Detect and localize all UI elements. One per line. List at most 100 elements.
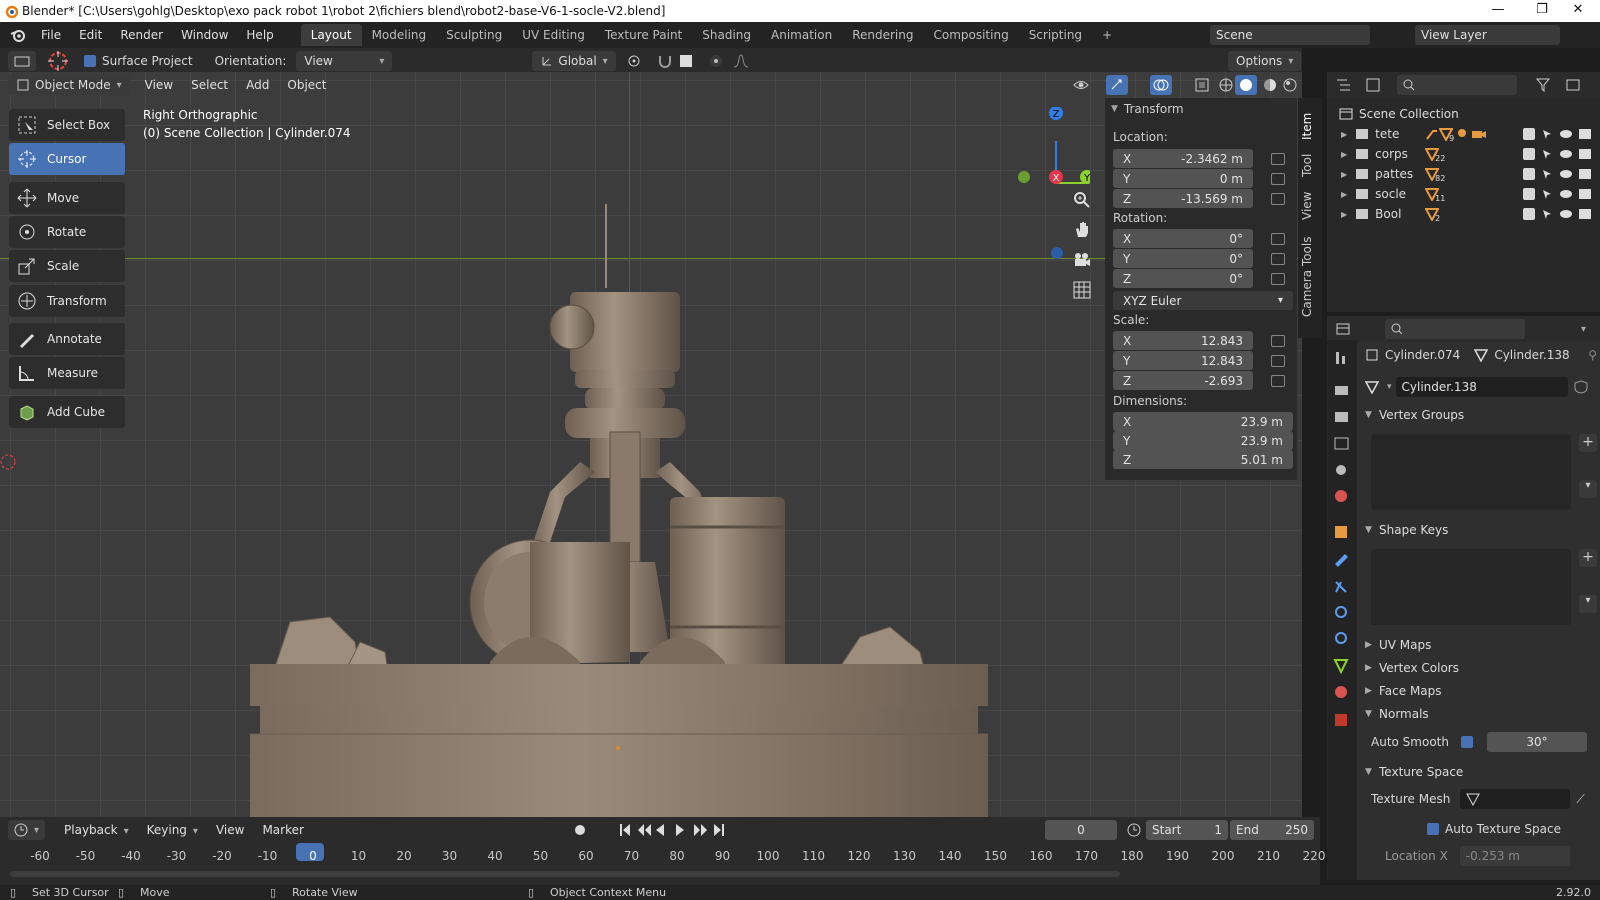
tool-annotate[interactable]: Annotate	[9, 323, 125, 355]
zoom-icon[interactable]	[1072, 190, 1092, 210]
viewport-menu-view[interactable]: View	[136, 78, 182, 92]
editor-type-button[interactable]	[8, 51, 36, 71]
section-texture-space[interactable]: ▼ Texture Space	[1365, 761, 1597, 783]
menu-file[interactable]: File	[32, 28, 70, 42]
transform-orientation-dropdown[interactable]: Global	[532, 51, 616, 71]
rotation-mode-dropdown[interactable]: XYZ Euler ▾	[1113, 291, 1293, 310]
visibility-icon[interactable]	[1072, 77, 1100, 93]
location-y-field[interactable]: Y 0 m	[1113, 169, 1253, 188]
outliner-editor-icon[interactable]	[1335, 77, 1359, 93]
scale-z-field[interactable]: Z -2.693	[1113, 371, 1253, 390]
rotation-z-field[interactable]: Z 0°	[1113, 269, 1253, 288]
mesh-data-icon[interactable]	[1365, 380, 1383, 394]
eyedropper-icon[interactable]: ⟋	[1576, 792, 1584, 807]
tool-select-box[interactable]: Select Box	[9, 109, 125, 141]
location-x-field[interactable]: X -2.3462 m	[1113, 149, 1253, 168]
tab-camera-tools[interactable]: Camera Tools	[1300, 232, 1320, 322]
tool-cursor[interactable]: Cursor	[9, 143, 125, 175]
section-normals[interactable]: ▼ Normals	[1365, 703, 1597, 725]
exclude-checkbox[interactable]	[1523, 188, 1535, 200]
chevron-down-icon[interactable]: ▾	[1581, 324, 1586, 335]
timeline-editor-type-button[interactable]	[8, 820, 46, 840]
snap-icon[interactable]	[656, 53, 674, 69]
tool-rotate[interactable]: Rotate	[9, 216, 125, 248]
outliner-search-input[interactable]	[1397, 75, 1517, 95]
expand-arrow-icon[interactable]: ▶	[1341, 190, 1347, 199]
viewport-menu-object[interactable]: Object	[278, 78, 335, 92]
rotation-y-field[interactable]: Y 0°	[1113, 249, 1253, 268]
auto-smooth-checkbox[interactable]	[1460, 736, 1473, 748]
gizmo-negative-z-icon[interactable]	[1050, 246, 1064, 260]
material-shading-icon[interactable]	[1262, 77, 1278, 93]
tab-shading[interactable]: Shading	[692, 24, 761, 46]
tool-scale[interactable]: Scale	[9, 250, 125, 282]
properties-editor-icon[interactable]	[1335, 321, 1359, 337]
minimize-button[interactable]: —	[1476, 0, 1520, 22]
auto-texture-space-checkbox[interactable]	[1427, 823, 1439, 835]
new-collection-icon[interactable]	[1565, 77, 1581, 93]
wireframe-shading-icon[interactable]	[1218, 77, 1234, 93]
lock-icon[interactable]	[1271, 273, 1285, 285]
lock-icon[interactable]	[1271, 153, 1285, 165]
tab-sculpting[interactable]: Sculpting	[436, 24, 512, 46]
vertex-groups-list[interactable]	[1371, 434, 1571, 510]
tab-tool[interactable]: Tool	[1300, 150, 1320, 180]
outliner-scene-collection[interactable]: Scene Collection	[1327, 104, 1600, 124]
tool-transform[interactable]: Transform	[9, 285, 125, 317]
expand-arrow-icon[interactable]: ▶	[1341, 150, 1347, 159]
options-dropdown[interactable]: Options	[1228, 51, 1302, 71]
lock-icon[interactable]	[1271, 233, 1285, 245]
add-workspace-button[interactable]: +	[1092, 24, 1122, 46]
viewport-menu-select[interactable]: Select	[182, 78, 237, 92]
menu-help[interactable]: Help	[237, 28, 282, 42]
lock-icon[interactable]	[1271, 355, 1285, 367]
texture-mesh-field[interactable]	[1460, 789, 1571, 809]
vertex-group-menu-button[interactable]: ▾	[1579, 480, 1597, 498]
section-vertex-colors[interactable]: ▶ Vertex Colors	[1365, 657, 1597, 679]
section-vertex-groups[interactable]: ▼ Vertex Groups	[1365, 404, 1597, 426]
fake-user-shield-icon[interactable]	[1574, 380, 1588, 394]
shape-key-menu-button[interactable]: ▾	[1579, 595, 1597, 613]
tab-compositing[interactable]: Compositing	[923, 24, 1018, 46]
tab-rendering[interactable]: Rendering	[842, 24, 923, 46]
exclude-checkbox[interactable]	[1523, 208, 1535, 220]
dimensions-z-field[interactable]: Z 5.01 m	[1113, 450, 1293, 469]
solid-shading-button[interactable]	[1235, 75, 1257, 95]
visibility-toggle-icons[interactable]	[1541, 126, 1597, 226]
camera-view-icon[interactable]	[1072, 250, 1092, 270]
scale-x-field[interactable]: X 12.843	[1113, 331, 1253, 350]
menu-window[interactable]: Window	[172, 28, 237, 42]
viewport-menu-add[interactable]: Add	[237, 78, 278, 92]
lock-icon[interactable]	[1271, 253, 1285, 265]
timeline-menu-playback[interactable]: Playback	[55, 823, 138, 837]
lock-icon[interactable]	[1271, 375, 1285, 387]
menu-render[interactable]: Render	[111, 28, 172, 42]
mode-dropdown[interactable]: Object Mode	[8, 75, 130, 95]
pin-icon[interactable]: ⚲	[1588, 348, 1597, 362]
scale-y-field[interactable]: Y 12.843	[1113, 351, 1253, 370]
shape-keys-list[interactable]	[1371, 549, 1571, 625]
dimensions-y-field[interactable]: Y 23.9 m	[1113, 431, 1293, 450]
tab-uv-editing[interactable]: UV Editing	[512, 24, 595, 46]
expand-arrow-icon[interactable]: ▶	[1341, 170, 1347, 179]
pan-hand-icon[interactable]	[1072, 220, 1092, 240]
lock-icon[interactable]	[1271, 173, 1285, 185]
blender-menu-icon[interactable]	[10, 27, 26, 43]
mesh-datablock-field[interactable]: Cylinder.138	[1395, 377, 1568, 397]
timeline-menu-keying[interactable]: Keying	[138, 823, 207, 837]
lock-icon[interactable]	[1271, 335, 1285, 347]
rendered-shading-icon[interactable]	[1282, 77, 1298, 93]
tab-animation[interactable]: Animation	[761, 24, 842, 46]
start-frame-field[interactable]: Start 1	[1146, 820, 1228, 840]
section-uv-maps[interactable]: ▶ UV Maps	[1365, 634, 1597, 656]
overlay-toggle-button[interactable]	[1150, 75, 1172, 95]
timeline-scrollbar[interactable]	[10, 871, 1120, 877]
proportional-edit-icon[interactable]	[708, 53, 724, 69]
texture-location-x-field[interactable]: -0.253 m	[1459, 846, 1570, 866]
playback-controls[interactable]	[618, 822, 738, 838]
section-shape-keys[interactable]: ▼ Shape Keys	[1365, 519, 1597, 541]
location-z-field[interactable]: Z -13.569 m	[1113, 189, 1253, 208]
tab-texture-paint[interactable]: Texture Paint	[595, 24, 692, 46]
tab-view[interactable]: View	[1300, 190, 1320, 222]
view-layer-selector[interactable]: View Layer	[1415, 25, 1560, 45]
